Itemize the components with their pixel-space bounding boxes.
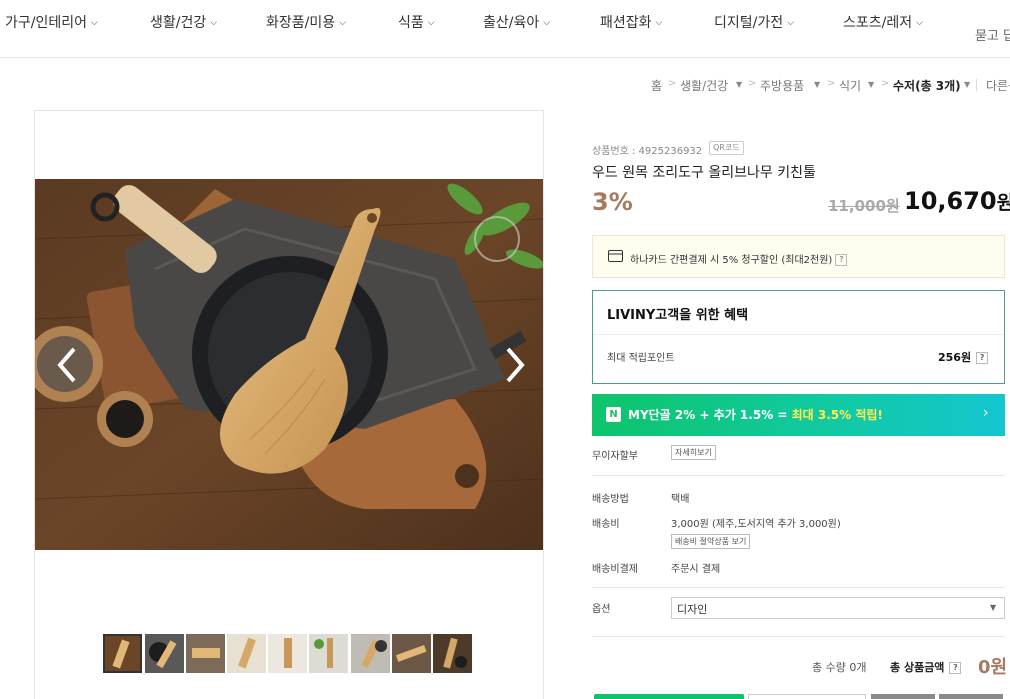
- card-promo-text: 하나카드 간편결제 시 5% 청구할인 (최대2천원)?: [630, 251, 848, 266]
- total-amount-value: 0원: [978, 657, 1008, 678]
- gallery-thumbnail[interactable]: [227, 634, 266, 673]
- shipping-payment-value: 주문시 결제: [671, 564, 721, 575]
- qna-link[interactable]: 묻고 답: [975, 25, 1010, 44]
- option-select[interactable]: [671, 597, 1005, 619]
- nav-item-living[interactable]: 생활/건강 ⌵: [150, 12, 217, 32]
- dropdown-icon[interactable]: ▼: [868, 80, 874, 89]
- credit-card-icon: [608, 250, 623, 262]
- shipping-saving-products-button[interactable]: 배송비 절약상품 보기: [671, 534, 751, 549]
- dropdown-icon[interactable]: ▼: [736, 80, 742, 89]
- dropdown-icon[interactable]: ▼: [814, 80, 820, 89]
- chevron-down-icon: ⌵: [787, 18, 794, 28]
- gallery-next-button[interactable]: [500, 345, 530, 385]
- gallery-thumbnail[interactable]: [309, 634, 348, 673]
- breadcrumb-separator-icon: >: [827, 78, 836, 89]
- option-label: 옵션: [592, 604, 611, 615]
- chevron-right-icon: [506, 347, 525, 383]
- total-amount-label: 총 상품금액?: [890, 659, 962, 675]
- gallery-thumbnail[interactable]: [433, 634, 472, 673]
- help-icon[interactable]: ?: [976, 352, 989, 364]
- option-selected-value: 디자인: [677, 603, 708, 616]
- product-code: 상품번호 : 4925236932: [592, 146, 703, 157]
- shipping-fee-label: 배송비: [592, 519, 620, 530]
- nav-item-beauty[interactable]: 화장품/미용 ⌵: [266, 12, 346, 32]
- nav-item-baby[interactable]: 출산/육아 ⌵: [483, 12, 550, 32]
- shipping-method-value: 택배: [671, 494, 690, 505]
- gallery-thumbnail[interactable]: [392, 634, 431, 673]
- help-icon[interactable]: ?: [835, 254, 848, 266]
- breadcrumb-separator-icon: >: [748, 78, 757, 89]
- breadcrumb-divider: [976, 79, 977, 91]
- breadcrumb-living[interactable]: 생활/건강: [680, 77, 728, 94]
- divider: [592, 636, 1005, 637]
- breadcrumb-separator-icon: >: [881, 78, 890, 89]
- divider: [592, 475, 1005, 476]
- breadcrumb-home[interactable]: 홈: [651, 77, 662, 94]
- chevron-down-icon: ⌵: [210, 18, 218, 28]
- breadcrumb-tableware[interactable]: 식기: [839, 77, 861, 94]
- max-point-value: 256원?: [938, 349, 989, 365]
- membership-text: MY단골 2% + 추가 1.5% = 최대 3.5% 적립!: [628, 408, 883, 422]
- divider: [592, 587, 1005, 588]
- help-icon[interactable]: ?: [949, 662, 962, 674]
- discount-rate: 3%: [592, 188, 633, 216]
- chevron-down-icon: ▼: [990, 603, 997, 612]
- qr-code-button[interactable]: QR코드: [709, 141, 744, 155]
- original-price: 11,000원: [828, 197, 900, 215]
- breadcrumb-separator-icon: >: [668, 78, 677, 89]
- naver-n-icon: N: [606, 407, 621, 422]
- chevron-down-icon: ⌵: [427, 18, 435, 28]
- installment-label: 무이자할부: [592, 451, 638, 462]
- gallery-thumbnail[interactable]: [145, 634, 184, 673]
- chevron-down-icon: ⌵: [655, 18, 663, 28]
- shipping-payment-label: 배송비결제: [592, 564, 638, 575]
- nav-item-fashion[interactable]: 패션잡화 ⌵: [600, 12, 662, 32]
- sale-price: 10,670원: [904, 187, 1010, 215]
- product-main-image[interactable]: [35, 179, 543, 550]
- nav-item-furniture[interactable]: 가구/인테리어 ⌵: [5, 12, 98, 32]
- chevron-right-icon: ›: [983, 405, 989, 421]
- gallery-thumbnail[interactable]: [268, 634, 307, 673]
- benefit-heading: LIVINY고객을 위한 혜택: [607, 308, 749, 323]
- talk-button[interactable]: [939, 694, 1003, 699]
- gallery-thumbnail[interactable]: [103, 634, 142, 673]
- breadcrumb-current[interactable]: 수저(총 3개): [893, 77, 961, 94]
- cart-button[interactable]: [748, 694, 866, 699]
- chevron-down-icon: ⌵: [543, 18, 551, 28]
- max-point-label: 최대 적립포인트: [607, 353, 675, 364]
- nav-item-digital[interactable]: 디지털/가전 ⌵: [714, 12, 794, 32]
- installment-detail-button[interactable]: 자세히보기: [671, 445, 716, 460]
- gallery-prev-button[interactable]: [52, 345, 82, 385]
- chevron-down-icon: ⌵: [339, 18, 346, 28]
- buy-now-button[interactable]: [594, 694, 744, 699]
- total-quantity: 총 수량 0개: [812, 661, 867, 674]
- dropdown-icon[interactable]: ▼: [964, 80, 970, 89]
- chevron-down-icon: ⌵: [916, 18, 923, 28]
- wishlist-button[interactable]: [871, 694, 935, 699]
- chevron-down-icon: ⌵: [91, 18, 98, 28]
- breadcrumb-kitchen[interactable]: 주방용품: [760, 77, 804, 94]
- other-products-link[interactable]: 다른상: [986, 77, 1010, 94]
- chevron-left-icon: [57, 347, 76, 383]
- divider: [593, 334, 1004, 335]
- product-title: 우드 원목 조리도구 올리브나무 키친툴: [592, 165, 816, 181]
- shipping-fee-value: 3,000원 (제주,도서지역 추가 3,000원): [671, 519, 841, 530]
- category-nav: 가구/인테리어 ⌵ 생활/건강 ⌵ 화장품/미용 ⌵ 식품 ⌵ 출산/육아 ⌵ 패션잡화 ⌵…: [0, 0, 1010, 58]
- gallery-thumbnail[interactable]: [186, 634, 225, 673]
- nav-item-sports[interactable]: 스포츠/레저 ⌵: [843, 12, 923, 32]
- gallery-thumbnail[interactable]: [351, 634, 390, 673]
- nav-item-food[interactable]: 식품 ⌵: [398, 12, 435, 32]
- shipping-method-label: 배송방법: [592, 494, 629, 505]
